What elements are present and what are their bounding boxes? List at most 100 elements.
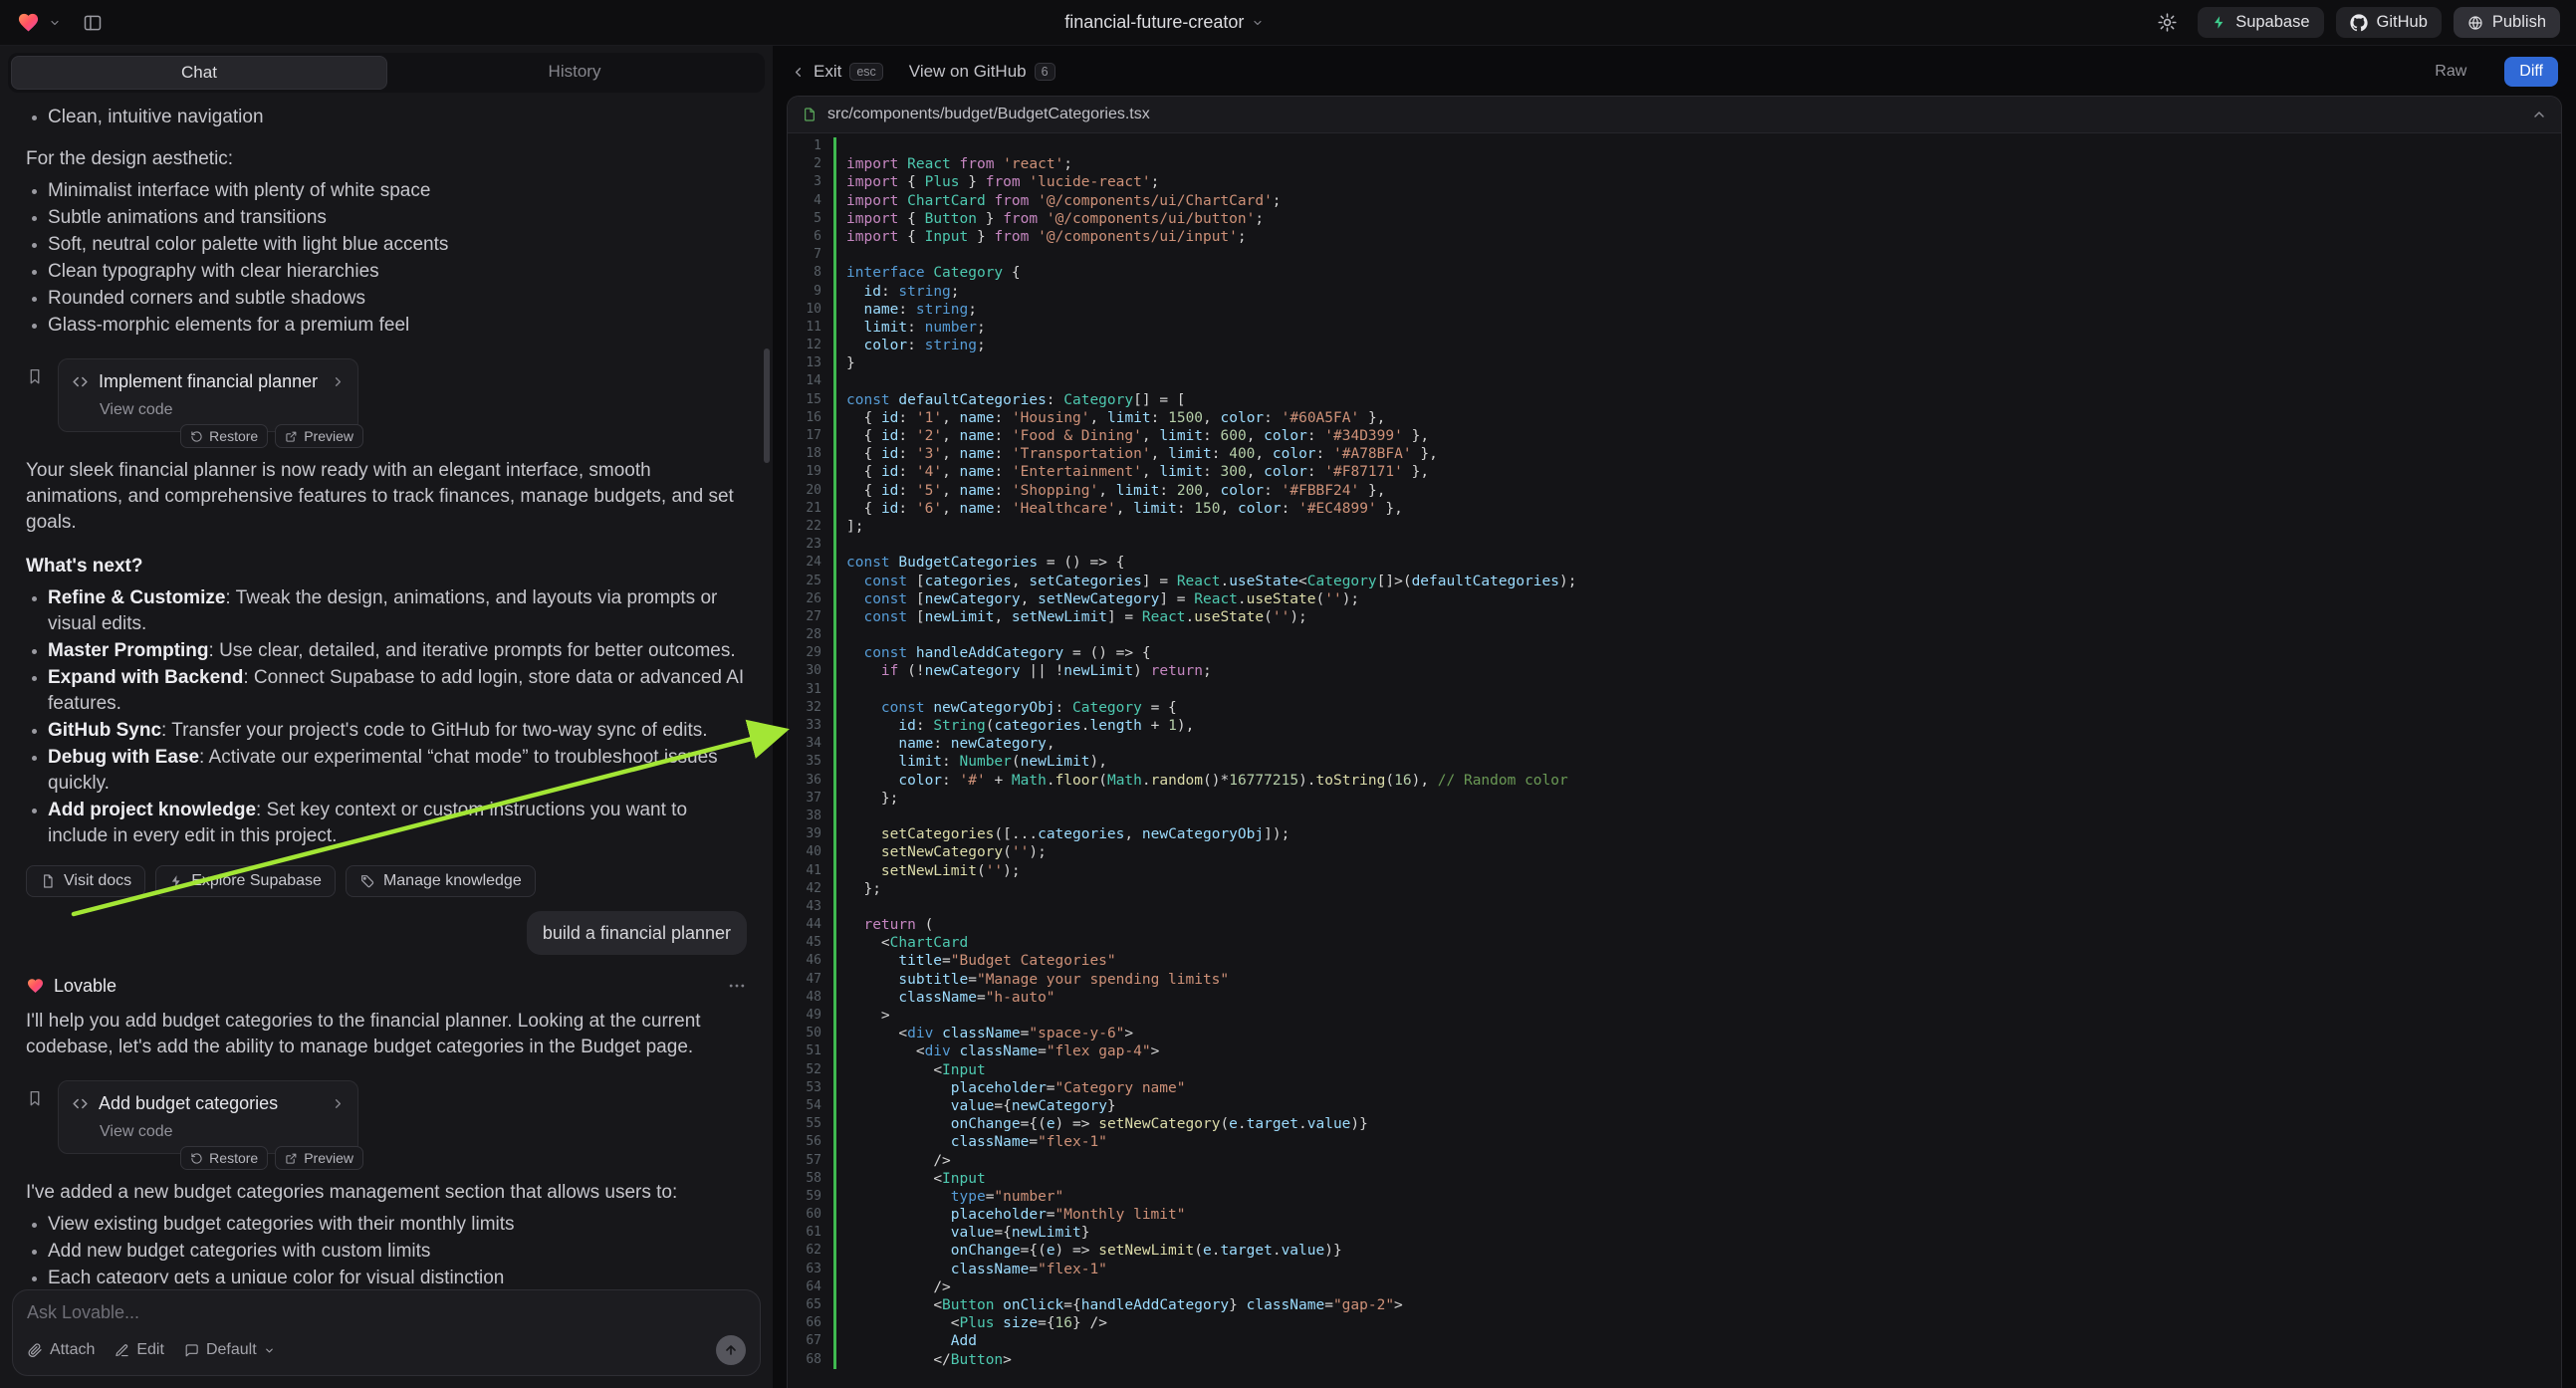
code-line: 33 id: String(categories.length + 1), <box>788 717 2561 735</box>
external-link-icon <box>285 430 298 443</box>
attach-label: Attach <box>50 1341 95 1359</box>
publish-button[interactable]: Publish <box>2454 7 2560 38</box>
code-line: 63 className="flex-1" <box>788 1261 2561 1278</box>
code-line: 43 <box>788 898 2561 916</box>
code-line: 32 const newCategoryObj: Category = { <box>788 699 2561 717</box>
code-line: 61 value={newLimit} <box>788 1224 2561 1242</box>
list-item: Glass-morphic elements for a premium fee… <box>26 313 747 339</box>
version-card[interactable]: Implement financial planner View code Re… <box>58 358 358 432</box>
version-card[interactable]: Add budget categories View code Restore <box>58 1080 358 1154</box>
message-menu-icon[interactable] <box>727 976 747 996</box>
topbar: financial-future-creator Supabase GitHub… <box>0 0 2576 46</box>
version-card-title: Implement financial planner <box>99 368 318 394</box>
chevron-down-icon[interactable] <box>49 17 61 29</box>
collapse-chevron-icon[interactable] <box>2531 107 2547 122</box>
list-item: Each category gets a unique color for vi… <box>26 1266 747 1283</box>
preview-button[interactable]: Preview <box>275 424 363 448</box>
list-item: Expand with Backend: Connect Supabase to… <box>26 665 747 717</box>
view-on-github-button[interactable]: View on GitHub 6 <box>909 62 1055 82</box>
preview-button[interactable]: Preview <box>275 1146 363 1170</box>
list-item: Clean typography with clear hierarchies <box>26 259 747 285</box>
explore-supabase-button[interactable]: Explore Supabase <box>155 865 336 897</box>
tab-chat[interactable]: Chat <box>11 56 387 90</box>
bullet-list: Minimalist interface with plenty of whit… <box>26 178 747 339</box>
code-line: 22]; <box>788 518 2561 536</box>
attach-button[interactable]: Attach <box>27 1341 95 1359</box>
code-line: 24const BudgetCategories = () => { <box>788 554 2561 572</box>
bullet-list: Clean, intuitive navigation <box>26 105 747 130</box>
chevron-right-icon <box>331 374 346 389</box>
code-line: 25 const [categories, setCategories] = R… <box>788 573 2561 590</box>
supabase-label: Supabase <box>2235 13 2309 32</box>
exit-button[interactable]: Exit esc <box>791 62 883 82</box>
exit-label: Exit <box>814 62 841 82</box>
code-line: 52 <Input <box>788 1061 2561 1079</box>
code-line: 37 }; <box>788 790 2561 808</box>
visit-docs-button[interactable]: Visit docs <box>26 865 145 897</box>
code-view[interactable]: 12import React from 'react';3import { Pl… <box>788 133 2561 1388</box>
restore-label: Restore <box>209 1150 258 1166</box>
list-item: View existing budget categories with the… <box>26 1212 747 1238</box>
view-on-github-label: View on GitHub <box>909 62 1027 82</box>
code-line: 7 <box>788 246 2561 264</box>
code-line: 65 <Button onClick={handleAddCategory} c… <box>788 1296 2561 1314</box>
code-line: 42 }; <box>788 880 2561 898</box>
lovable-heart-icon <box>26 977 45 995</box>
view-code-link[interactable]: View code <box>100 397 346 423</box>
list-item: Clean, intuitive navigation <box>26 105 747 130</box>
project-menu[interactable]: financial-future-creator <box>1064 12 1264 33</box>
scrollbar-thumb[interactable] <box>764 348 770 463</box>
code-line: 10 name: string; <box>788 301 2561 319</box>
preview-panel: Exit esc View on GitHub 6 Raw Diff src/c… <box>773 46 2576 1388</box>
edit-button[interactable]: Edit <box>115 1341 164 1359</box>
view-code-link[interactable]: View code <box>100 1119 346 1145</box>
chat-scroll-area: Clean, intuitive navigation For the desi… <box>0 95 773 1283</box>
list-item: Rounded corners and subtle shadows <box>26 286 747 312</box>
action-row: Visit docs Explore Supabase Manage knowl… <box>26 865 747 897</box>
code-line: 21 { id: '6', name: 'Healthcare', limit:… <box>788 500 2561 518</box>
code-line: 54 value={newCategory} <box>788 1097 2561 1115</box>
tag-icon <box>359 873 375 889</box>
restore-label: Restore <box>209 428 258 444</box>
github-button[interactable]: GitHub <box>2336 7 2442 38</box>
raw-button[interactable]: Raw <box>2423 57 2478 87</box>
code-line: 50 <div className="space-y-6"> <box>788 1025 2561 1042</box>
restore-button[interactable]: Restore <box>180 424 268 448</box>
code-line: 12 color: string; <box>788 337 2561 354</box>
list-item: Refine & Customize: Tweak the design, an… <box>26 585 747 637</box>
code-line: 34 name: newCategory, <box>788 735 2561 753</box>
assistant-header: Lovable <box>26 973 747 999</box>
explore-supabase-label: Explore Supabase <box>191 872 322 890</box>
code-line: 60 placeholder="Monthly limit" <box>788 1206 2561 1224</box>
settings-gear-icon[interactable] <box>2157 12 2178 33</box>
code-line: 4import ChartCard from '@/components/ui/… <box>788 192 2561 210</box>
tab-history[interactable]: History <box>387 56 762 90</box>
code-line: 16 { id: '1', name: 'Housing', limit: 15… <box>788 409 2561 427</box>
restore-button[interactable]: Restore <box>180 1146 268 1170</box>
code-line: 23 <box>788 536 2561 554</box>
manage-knowledge-button[interactable]: Manage knowledge <box>346 865 536 897</box>
code-line: 2import React from 'react'; <box>788 155 2561 173</box>
code-line: 1 <box>788 137 2561 155</box>
preview-header: Exit esc View on GitHub 6 Raw Diff <box>773 46 2576 94</box>
list-item: GitHub Sync: Transfer your project's cod… <box>26 718 747 744</box>
code-line: 45 <ChartCard <box>788 934 2561 952</box>
code-line: 55 onChange={(e) => setNewCategory(e.tar… <box>788 1115 2561 1133</box>
code-line: 15const defaultCategories: Category[] = … <box>788 391 2561 409</box>
bookmark-icon[interactable] <box>26 367 44 385</box>
bookmark-icon[interactable] <box>26 1089 44 1107</box>
send-button[interactable] <box>716 1335 746 1365</box>
code-line: 11 limit: number; <box>788 319 2561 337</box>
code-line: 14 <box>788 372 2561 390</box>
lovable-logo-icon[interactable] <box>16 11 41 34</box>
mode-select[interactable]: Default <box>184 1341 275 1359</box>
project-title: financial-future-creator <box>1064 12 1244 33</box>
chat-input[interactable] <box>27 1302 746 1323</box>
code-line: 68 </Button> <box>788 1351 2561 1369</box>
supabase-button[interactable]: Supabase <box>2198 7 2323 38</box>
document-icon <box>40 873 56 889</box>
diff-button[interactable]: Diff <box>2504 57 2558 87</box>
sidebar-toggle-icon[interactable] <box>83 13 103 33</box>
composer: Attach Edit Default <box>12 1289 761 1376</box>
pencil-icon <box>115 1343 129 1358</box>
